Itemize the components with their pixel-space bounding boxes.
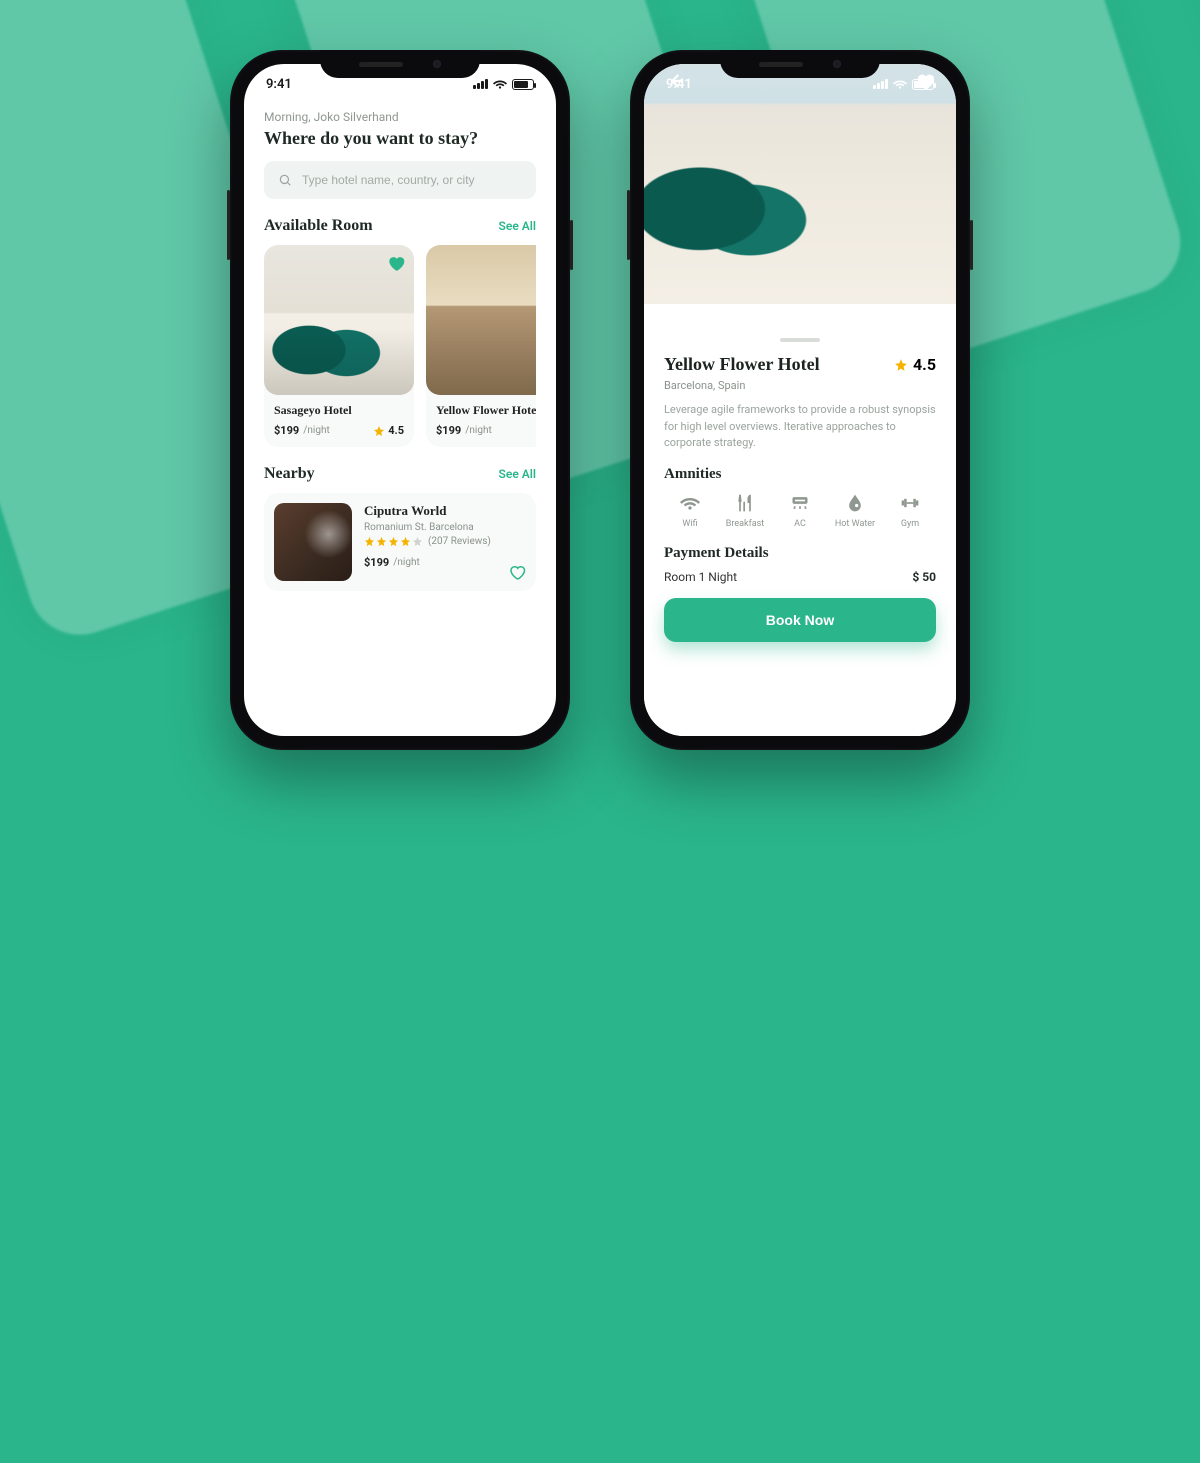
status-time: 9:41 [266,77,292,92]
utensils-icon [735,493,755,513]
heart-outline-icon[interactable] [508,563,526,581]
signal-icon [873,79,888,89]
star-icon [400,536,411,547]
star-icon [388,536,399,547]
nearby-price: $199 [364,556,389,569]
amenity-label: Wifi [682,519,697,529]
hotel-rating: 4.5 [894,355,936,374]
amenity-label: AC [794,519,806,529]
status-time: 9:41 [666,77,692,92]
amenity-label: Hot Water [835,519,875,529]
amenity-hotwater: Hot Water [831,493,879,529]
star-icon [364,536,375,547]
room-price: $199 [436,424,461,437]
phone-home: 9:41 Morning, Joko Silverhand Where do y… [230,50,570,750]
nearby-address: Romanium St. Barcelona [364,522,526,533]
room-card[interactable]: Sasageyo Hotel $199 /night 4.5 [264,245,414,447]
search-field[interactable] [264,161,536,199]
page-headline: Where do you want to stay? [264,128,536,149]
room-per: /night [303,425,329,436]
star-icon [412,536,423,547]
room-per: /night [465,425,491,436]
nearby-rating: (207 Reviews) [364,536,526,547]
amenity-gym: Gym [886,493,934,529]
see-all-nearby[interactable]: See All [499,467,536,481]
section-nearby-title: Nearby [264,465,315,483]
amenities-title: Amnities [664,466,936,483]
room-rating: 4.5 [373,424,404,437]
star-icon [373,425,385,437]
room-price: $199 [274,424,299,437]
water-drop-icon [845,493,865,513]
heart-icon[interactable] [386,253,406,273]
room-card[interactable]: Yellow Flower Hotel $199 /night [426,245,536,447]
room-name: Sasageyo Hotel [274,403,404,418]
wifi-icon [680,493,700,513]
payment-price: $ 50 [912,570,936,584]
nearby-image [274,503,352,581]
amenity-label: Gym [901,519,919,529]
amenity-ac: AC [776,493,824,529]
hotel-location: Barcelona, Spain [664,379,936,392]
amenity-breakfast: Breakfast [721,493,769,529]
section-available-title: Available Room [264,217,373,235]
phone-detail: 9:41 Yellow Flower Hotel [630,50,970,750]
search-icon [278,173,292,187]
star-icon [894,358,908,372]
amenity-label: Breakfast [726,519,764,529]
wifi-icon [493,77,507,91]
battery-icon [512,79,534,90]
ac-icon [790,493,810,513]
signal-icon [473,79,488,89]
star-icon [376,536,387,547]
nearby-reviews: (207 Reviews) [428,536,491,547]
book-now-button[interactable]: Book Now [664,598,936,642]
dumbbell-icon [900,493,920,513]
payment-line: Room 1 Night [664,570,737,584]
wifi-icon [893,77,907,91]
amenity-wifi: Wifi [666,493,714,529]
sheet-handle[interactable] [780,338,820,342]
nearby-per: /night [393,557,419,568]
greeting-text: Morning, Joko Silverhand [264,110,536,124]
amenities-list: Wifi Breakfast AC Hot Water Gym [664,493,936,529]
battery-icon [912,79,934,90]
available-rooms-list: Sasageyo Hotel $199 /night 4.5 [264,245,536,447]
payment-title: Payment Details [664,545,936,562]
status-indicators [473,77,534,91]
nearby-card[interactable]: Ciputra World Romanium St. Barcelona (20… [264,493,536,591]
hotel-description: Leverage agile frameworks to provide a r… [664,402,936,452]
room-image [264,245,414,395]
search-input[interactable] [302,173,522,187]
see-all-available[interactable]: See All [499,219,536,233]
detail-sheet: Yellow Flower Hotel 4.5 Barcelona, Spain… [644,324,956,736]
status-indicators [873,77,934,91]
room-name: Yellow Flower Hotel [436,403,536,418]
room-image [426,245,536,395]
hotel-title: Yellow Flower Hotel [664,354,820,375]
nearby-name: Ciputra World [364,503,526,519]
